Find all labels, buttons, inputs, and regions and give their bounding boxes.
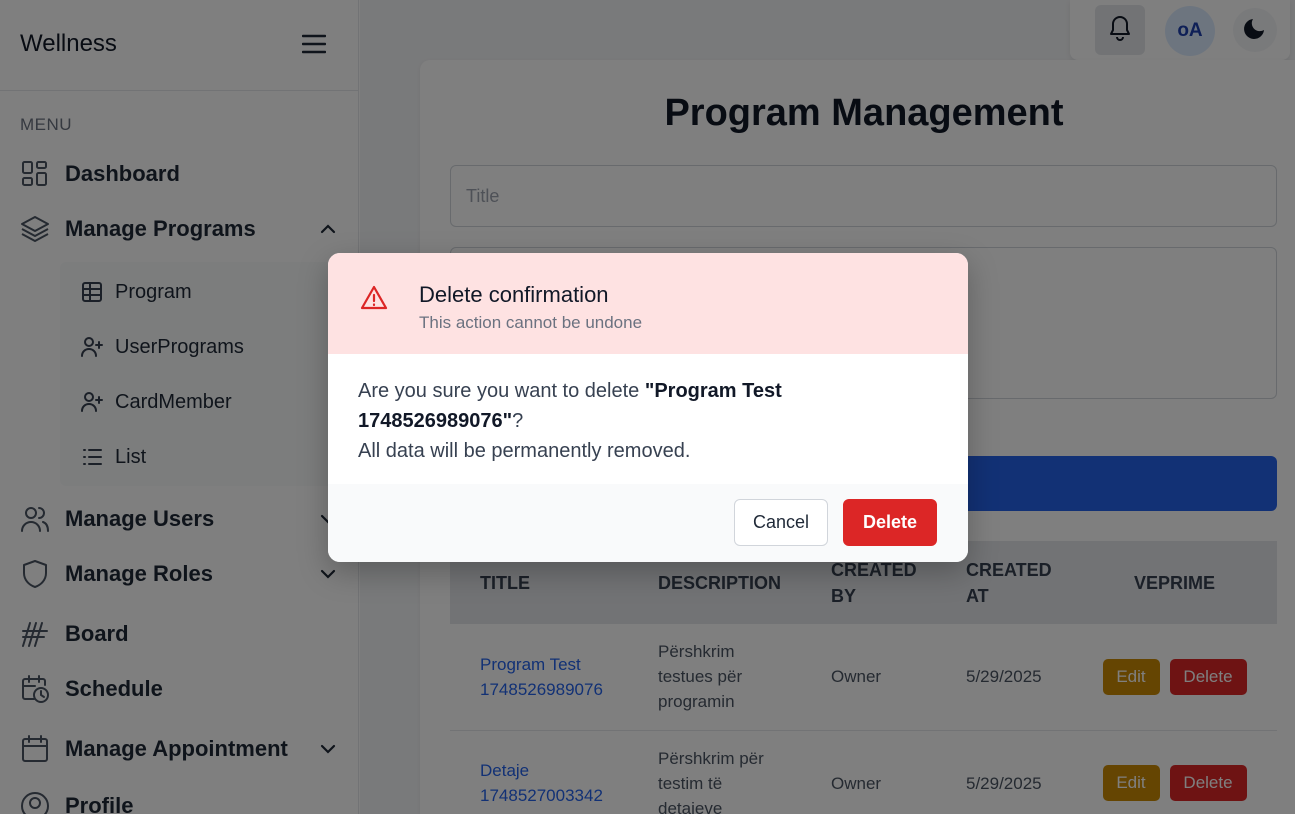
dialog-header: Delete confirmation This action cannot b…: [328, 253, 968, 354]
delete-confirmation-dialog: Delete confirmation This action cannot b…: [328, 253, 968, 562]
dialog-message-suffix: ?: [512, 410, 524, 432]
dialog-footer: Cancel Delete: [328, 484, 968, 562]
dialog-message-warning: All data will be permanently removed.: [358, 440, 691, 462]
dialog-title: Delete confirmation: [419, 282, 609, 307]
dialog-message-prefix: Are you sure you want to delete: [358, 380, 645, 402]
warning-icon: [359, 283, 389, 313]
dialog-subtitle: This action cannot be undone: [419, 313, 643, 332]
cancel-button[interactable]: Cancel: [734, 499, 828, 546]
dialog-message: Are you sure you want to delete "Program…: [358, 376, 938, 466]
confirm-delete-button[interactable]: Delete: [843, 499, 937, 546]
